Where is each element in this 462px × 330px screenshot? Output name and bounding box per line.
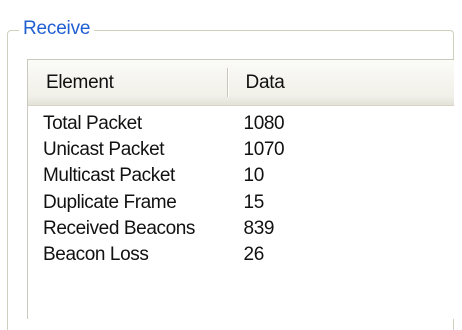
element-cell: Duplicate Frame [43,191,177,213]
table-row[interactable]: Total Packet 1080 [28,111,454,137]
receive-stats-table[interactable]: Element Data Total Packet 1080 Unicast P… [27,59,454,319]
data-cell: 15 [243,191,265,213]
data-cell: 26 [243,244,265,266]
data-cell: 10 [243,165,265,187]
column-header-element[interactable]: Element [28,60,228,105]
table-row[interactable]: Duplicate Frame 15 [28,190,454,216]
table-row[interactable]: Received Beacons 839 [28,216,454,242]
table-row[interactable]: Beacon Loss 26 [28,242,454,268]
data-cell: 839 [243,217,275,239]
table-row[interactable]: Multicast Packet 10 [28,163,454,189]
receive-group-title: Receive [19,17,95,41]
element-cell: Unicast Packet [43,139,165,161]
data-cell: 1080 [243,113,285,135]
column-header-data[interactable]: Data [228,60,454,105]
element-cell: Total Packet [43,113,142,135]
table-body: Total Packet 1080 Unicast Packet 1070 Mu… [28,106,454,268]
table-row[interactable]: Unicast Packet 1070 [28,137,454,163]
data-cell: 1070 [243,139,285,161]
table-header: Element Data [28,60,454,106]
element-cell: Beacon Loss [43,244,149,266]
element-cell: Multicast Packet [43,165,175,187]
element-cell: Received Beacons [43,217,196,239]
